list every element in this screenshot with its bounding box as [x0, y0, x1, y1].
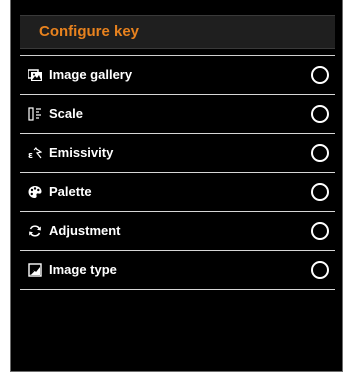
image-type-icon: [28, 263, 42, 277]
option-label: Scale: [49, 106, 83, 121]
option-label: Adjustment: [49, 223, 121, 238]
option-label: Emissivity: [49, 145, 114, 160]
key-options-list: Image gallery Scale ε Emissivity Palette…: [20, 56, 335, 290]
option-label: Image gallery: [49, 67, 133, 82]
option-radio[interactable]: [311, 144, 329, 162]
emissivity-icon: ε: [28, 146, 42, 160]
option-radio[interactable]: [311, 222, 329, 240]
option-radio[interactable]: [311, 66, 329, 84]
option-image-type[interactable]: Image type: [20, 251, 335, 290]
option-image-gallery[interactable]: Image gallery: [20, 56, 335, 95]
option-emissivity[interactable]: ε Emissivity: [20, 134, 335, 173]
option-scale[interactable]: Scale: [20, 95, 335, 134]
image-gallery-icon: [28, 68, 42, 82]
option-radio[interactable]: [311, 261, 329, 279]
palette-icon: [28, 185, 42, 199]
option-radio[interactable]: [311, 183, 329, 201]
option-adjustment[interactable]: Adjustment: [20, 212, 335, 251]
panel-header: Configure key: [20, 15, 335, 49]
scale-icon: [28, 107, 42, 121]
option-label: Palette: [49, 184, 92, 199]
option-palette[interactable]: Palette: [20, 173, 335, 212]
option-radio[interactable]: [311, 105, 329, 123]
configure-key-panel: Configure key Image gallery Scale ε Emis…: [10, 0, 343, 372]
adjustment-icon: [28, 224, 42, 238]
svg-text:ε: ε: [28, 151, 33, 160]
panel-title: Configure key: [39, 23, 140, 40]
option-label: Image type: [49, 262, 117, 277]
